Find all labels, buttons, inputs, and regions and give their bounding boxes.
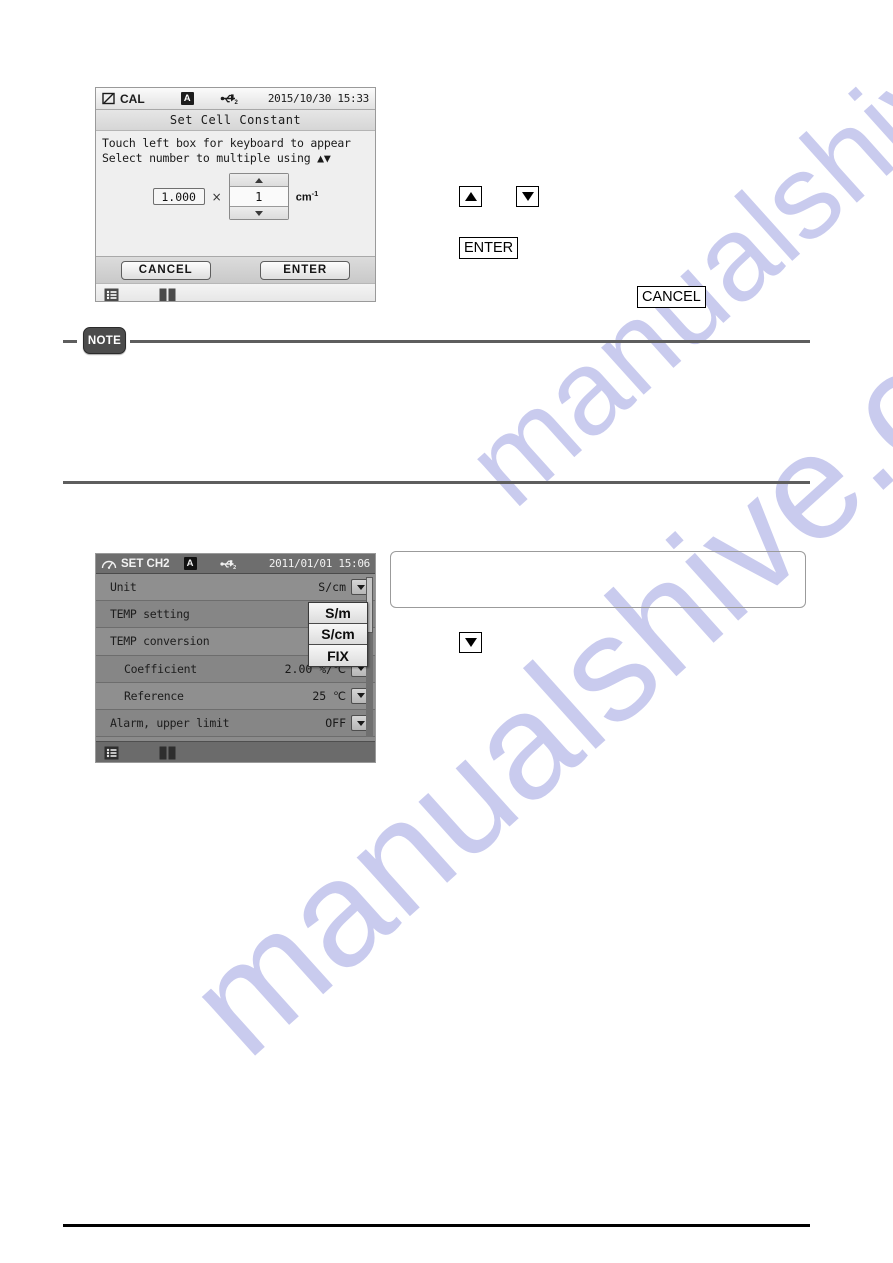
row-label: Alarm, upper limit (110, 716, 230, 731)
row-value: 25 ℃ (312, 688, 346, 703)
annotation-key-enter[interactable]: ENTER (459, 237, 519, 259)
cal-body: Touch left box for keyboard to appear Se… (96, 131, 375, 256)
row-label: Coefficient (124, 661, 197, 676)
svg-text:2: 2 (233, 565, 236, 570)
cancel-button[interactable]: CANCEL (120, 260, 211, 280)
enter-button[interactable]: ENTER (260, 260, 351, 280)
dropdown-option-sm[interactable]: S/m (309, 603, 367, 624)
row-label: Reference (124, 688, 184, 703)
exponent-spinner: 1 (228, 173, 289, 220)
list-menu-icon[interactable] (104, 288, 119, 301)
set-datetime: 2011/01/01 15:06 (268, 557, 370, 570)
triangle-down-icon (521, 192, 534, 201)
table-row[interactable]: Reference 25 ℃ (96, 682, 375, 710)
set-toolbar (96, 741, 375, 762)
triangle-down-icon (254, 210, 263, 216)
row-value: OFF (325, 716, 346, 731)
spinner-down-button[interactable] (229, 206, 288, 219)
book-icon[interactable] (159, 288, 176, 301)
row-label: Unit (110, 580, 137, 595)
cal-status-bar: CAL A 2 2015/10/30 15:33 (96, 88, 375, 110)
note-left-dash (63, 340, 77, 343)
annotation-key-dropdown[interactable] (459, 632, 482, 653)
triangle-up-icon (464, 192, 477, 201)
callout-box (390, 551, 806, 608)
note-rule (130, 340, 810, 343)
svg-text:2: 2 (234, 100, 238, 105)
cal-mode-label: CAL (120, 91, 145, 106)
annotation-key-down[interactable] (516, 186, 539, 207)
cal-button-bar: CANCEL ENTER (96, 256, 375, 283)
device-screen-set-cell-constant: CAL A 2 2015/10/30 15:33 Set Cell Consta… (95, 87, 376, 302)
usb-icon: 2 (219, 558, 239, 570)
spinner-value: 1 (229, 187, 288, 206)
book-icon[interactable] (159, 746, 176, 760)
dropdown-option-scm[interactable]: S/cm (309, 624, 367, 645)
set-mode-label: SET CH2 (121, 557, 170, 570)
dropdown-option-fix[interactable]: FIX (309, 645, 367, 666)
unit-label: cm-1 (296, 189, 319, 204)
table-row[interactable]: Alarm, upper limit OFF (96, 709, 375, 738)
triangle-down-icon (464, 638, 477, 647)
annotation-key-cancel[interactable]: CANCEL (637, 286, 706, 308)
unit-dropdown-menu[interactable]: S/m S/cm FIX (308, 602, 368, 667)
note-badge: NOTE (83, 327, 126, 354)
cal-instruction-line-1: Touch left box for keyboard to appear (102, 136, 351, 150)
set-status-bar: SET CH2 A 2 2011/01/01 15:06 (96, 554, 375, 574)
settings-list: Unit S/cm TEMP setting TEMP conversion M… (96, 574, 375, 741)
triangle-up-icon (254, 177, 263, 183)
device-screen-set-ch2: SET CH2 A 2 2011/01/01 15:06 Unit S/cm T… (95, 553, 376, 763)
cal-title: Set Cell Constant (96, 110, 375, 131)
note-body-text (70, 365, 800, 460)
note-header: NOTE (63, 327, 810, 357)
cal-datetime: 2015/10/30 15:33 (267, 92, 369, 105)
multiply-symbol: × (211, 189, 222, 204)
calibration-icon (102, 92, 115, 105)
cell-constant-row: 1.000 × 1 cm-1 (96, 173, 375, 220)
chevron-down-icon (357, 720, 365, 726)
cal-instruction-line-2: Select number to multiple using ▲▼ (102, 151, 331, 165)
badge-a-indicator: A (180, 92, 194, 105)
usb-icon: 2 (220, 92, 240, 105)
chevron-down-icon (357, 584, 365, 590)
cell-constant-value-input[interactable]: 1.000 (152, 188, 205, 205)
page-footer-rule (63, 1224, 810, 1227)
unit-exponent: -1 (311, 189, 319, 199)
unit-text: cm (295, 191, 312, 204)
list-menu-icon[interactable] (104, 746, 119, 760)
badge-a-indicator-2: A (183, 557, 197, 570)
cal-toolbar (96, 283, 375, 301)
annotation-key-up[interactable] (459, 186, 482, 207)
table-row[interactable]: Unit S/cm (96, 574, 375, 602)
meter-gauge-icon (101, 558, 117, 570)
chevron-down-icon (357, 693, 365, 699)
spinner-up-button[interactable] (229, 174, 288, 187)
section-divider (63, 481, 810, 484)
row-value: S/cm (318, 580, 346, 595)
